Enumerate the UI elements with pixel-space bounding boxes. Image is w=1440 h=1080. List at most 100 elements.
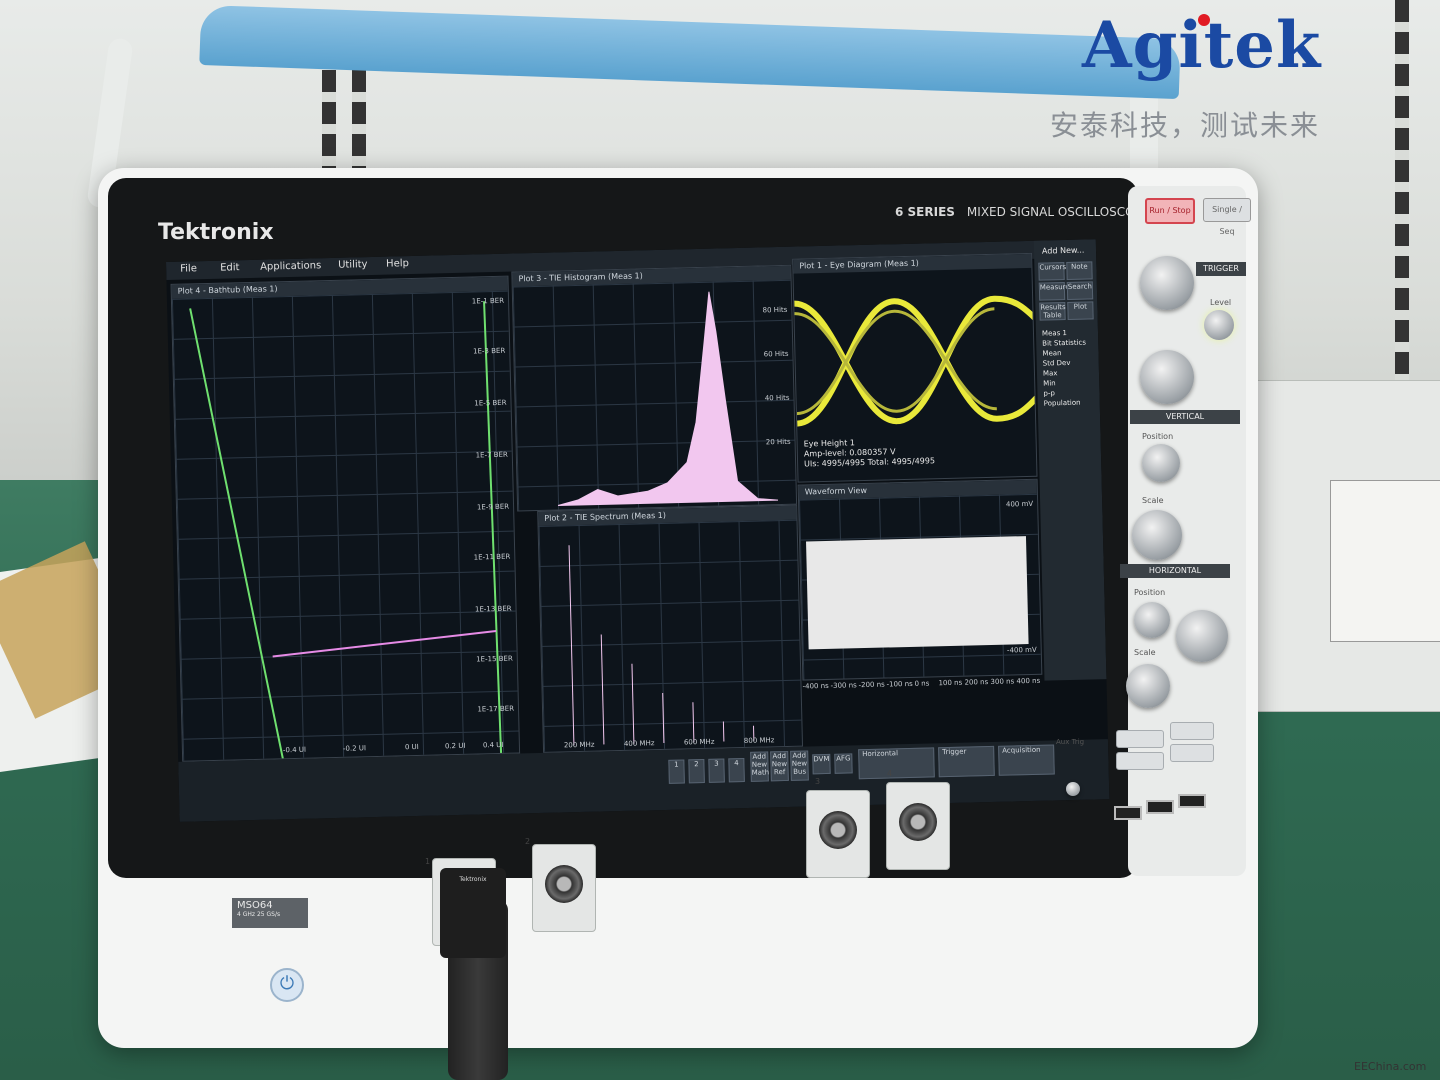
channel-number: 3 [815, 777, 821, 786]
bathtub-curves [189, 301, 503, 761]
waveform-trace [806, 536, 1029, 650]
channel-number: 1 [425, 857, 431, 866]
ber-label: 1E-15 BER [476, 654, 513, 664]
add-bus-button[interactable]: Add New Bus [790, 750, 809, 781]
add-math-button[interactable]: Add New Math [750, 751, 769, 782]
tie-histogram-plot[interactable]: Plot 3 - TIE Histogram (Meas 1) 80 Hits … [511, 264, 798, 512]
ui-label: 0 UI [404, 742, 419, 752]
channel-4-button[interactable]: 4 [728, 758, 745, 783]
freq-label: 200 MHz [563, 740, 595, 750]
afg-button[interactable]: AFG [834, 753, 853, 774]
aux-trig-connector[interactable] [1066, 782, 1080, 796]
time-label: -300 ns [830, 681, 857, 690]
freq-label: 600 MHz [683, 737, 715, 747]
eye-diagram-plot[interactable]: Plot 1 - Eye Diagram (Meas 1) Eye Height… [792, 252, 1038, 483]
horizontal-section-label: HORIZONTAL [1120, 564, 1230, 578]
menu-help[interactable]: Help [386, 258, 409, 270]
oscilloscope-screen: File Edit Applications Utility Help Plot… [166, 239, 1110, 822]
front-button[interactable] [1116, 730, 1164, 748]
volt-label: 400 mV [1005, 499, 1034, 509]
asset-label-card [1330, 480, 1440, 642]
channel-2-button[interactable]: 2 [688, 758, 705, 784]
agitek-slogan: 安泰科技，测试未来 [1050, 109, 1321, 142]
time-label: 300 ns [990, 677, 1015, 686]
channel-3-button[interactable]: 3 [708, 758, 725, 783]
front-button[interactable] [1170, 744, 1214, 762]
channel-3-input[interactable]: 3 [806, 777, 870, 878]
single-seq-button[interactable]: Single / Seq [1203, 198, 1251, 236]
ber-label: 1E-11 BER [473, 552, 511, 562]
usb-port[interactable] [1178, 794, 1206, 808]
channel-4-input[interactable]: 4 [886, 769, 950, 870]
waveform-view[interactable]: Waveform View 400 mV -400 mV [797, 478, 1043, 681]
front-button[interactable] [1170, 722, 1214, 740]
vertical-position-label: Position [1142, 432, 1174, 441]
menu-utility[interactable]: Utility [338, 259, 368, 271]
vertical-scale-knob[interactable] [1132, 510, 1182, 560]
measure-button[interactable]: Measure [1038, 282, 1070, 301]
tie-spectrum-plot[interactable]: Plot 2 - TIE Spectrum (Meas 1) 200 MHz 4… [537, 504, 804, 753]
results-side-panel: Add New... Cursors Note Measure Search R… [1033, 239, 1107, 681]
search-button[interactable]: Search [1066, 281, 1094, 300]
freq-label: 400 MHz [623, 739, 655, 748]
ber-label: 1E-7 BER [475, 450, 508, 460]
zoom-knob[interactable] [1126, 664, 1170, 708]
add-ref-button[interactable]: Add New Ref [770, 750, 789, 782]
time-label: -400 ns [802, 681, 829, 691]
add-new-title: Add New... [1041, 245, 1085, 256]
time-label: 200 ns [964, 678, 989, 687]
bnc-connector [819, 811, 857, 849]
channel-2-input[interactable]: 2 [525, 837, 596, 932]
model-name: MSO64 [237, 900, 273, 911]
freq-label: 800 MHz [743, 736, 775, 746]
usb-port[interactable] [1114, 806, 1142, 820]
time-label: -200 ns [858, 680, 885, 690]
series-label: 6 SERIES MIXED SIGNAL OSCILLOSCOPE [895, 205, 1149, 219]
horizontal-scale-knob[interactable] [1176, 610, 1228, 662]
ui-label: 0.4 UI [482, 740, 504, 750]
vertical-scale-label: Scale [1142, 496, 1164, 505]
bandwidth-label: 4 GHz [237, 911, 256, 918]
brand-logo: Tektronix [158, 220, 274, 245]
meas-badge[interactable]: Meas 1 Bit Statistics Mean Std Dev Max M… [1042, 328, 1088, 409]
channel-1-button[interactable]: 1 [668, 759, 685, 784]
menu-edit[interactable]: Edit [220, 262, 240, 273]
time-label: -100 ns [886, 679, 913, 689]
acquisition-badge[interactable]: Acquisition [998, 744, 1055, 776]
ber-label: 1E-17 BER [477, 704, 515, 714]
ui-label: 0.2 UI [444, 741, 466, 751]
bathtub-plot[interactable]: Plot 4 - Bathtub (Meas 1) 1E-1 BER 1E-3 … [170, 275, 521, 762]
trigger-badge[interactable]: Trigger [938, 745, 995, 778]
front-button[interactable] [1116, 752, 1164, 770]
horizontal-badge[interactable]: Horizontal [858, 747, 935, 780]
bnc-connector [899, 803, 937, 841]
ber-label: 1E-3 BER [473, 346, 506, 356]
run-stop-button[interactable]: Run / Stop [1145, 198, 1195, 224]
sample-rate-label: 25 GS/s [256, 911, 281, 918]
menu-applications[interactable]: Applications [260, 260, 321, 272]
usb-port[interactable] [1146, 800, 1174, 814]
note-button[interactable]: Note [1066, 261, 1093, 280]
horizontal-position-knob[interactable] [1134, 602, 1170, 638]
ber-label: 1E-9 BER [476, 502, 510, 512]
time-label: 400 ns [1016, 676, 1041, 686]
instrument-type: MIXED SIGNAL OSCILLOSCOPE [966, 205, 1150, 219]
ber-label: 1E-1 BER [471, 296, 505, 306]
menu-file[interactable]: File [180, 263, 197, 274]
volt-label: -400 mV [1006, 645, 1037, 655]
dvm-button[interactable]: DVM [812, 753, 831, 775]
vertical-position-knob[interactable] [1142, 444, 1180, 482]
cursors-button[interactable]: Cursors [1038, 262, 1066, 281]
trigger-level-knob[interactable] [1204, 310, 1234, 340]
power-icon: ⏻ [279, 973, 295, 994]
plot-button[interactable]: Plot [1067, 301, 1094, 320]
logo-dot [1198, 14, 1210, 26]
hits-label: 60 Hits [763, 349, 789, 359]
multipurpose-knob-a[interactable] [1140, 256, 1194, 310]
histogram-bars [557, 291, 779, 506]
multipurpose-knob-b[interactable] [1140, 350, 1194, 404]
results-table-button[interactable]: Results Table [1039, 302, 1066, 321]
power-button[interactable]: ⏻ [270, 968, 304, 1002]
vertical-section-label: VERTICAL [1130, 410, 1240, 424]
ber-label: 1E-13 BER [474, 604, 512, 614]
